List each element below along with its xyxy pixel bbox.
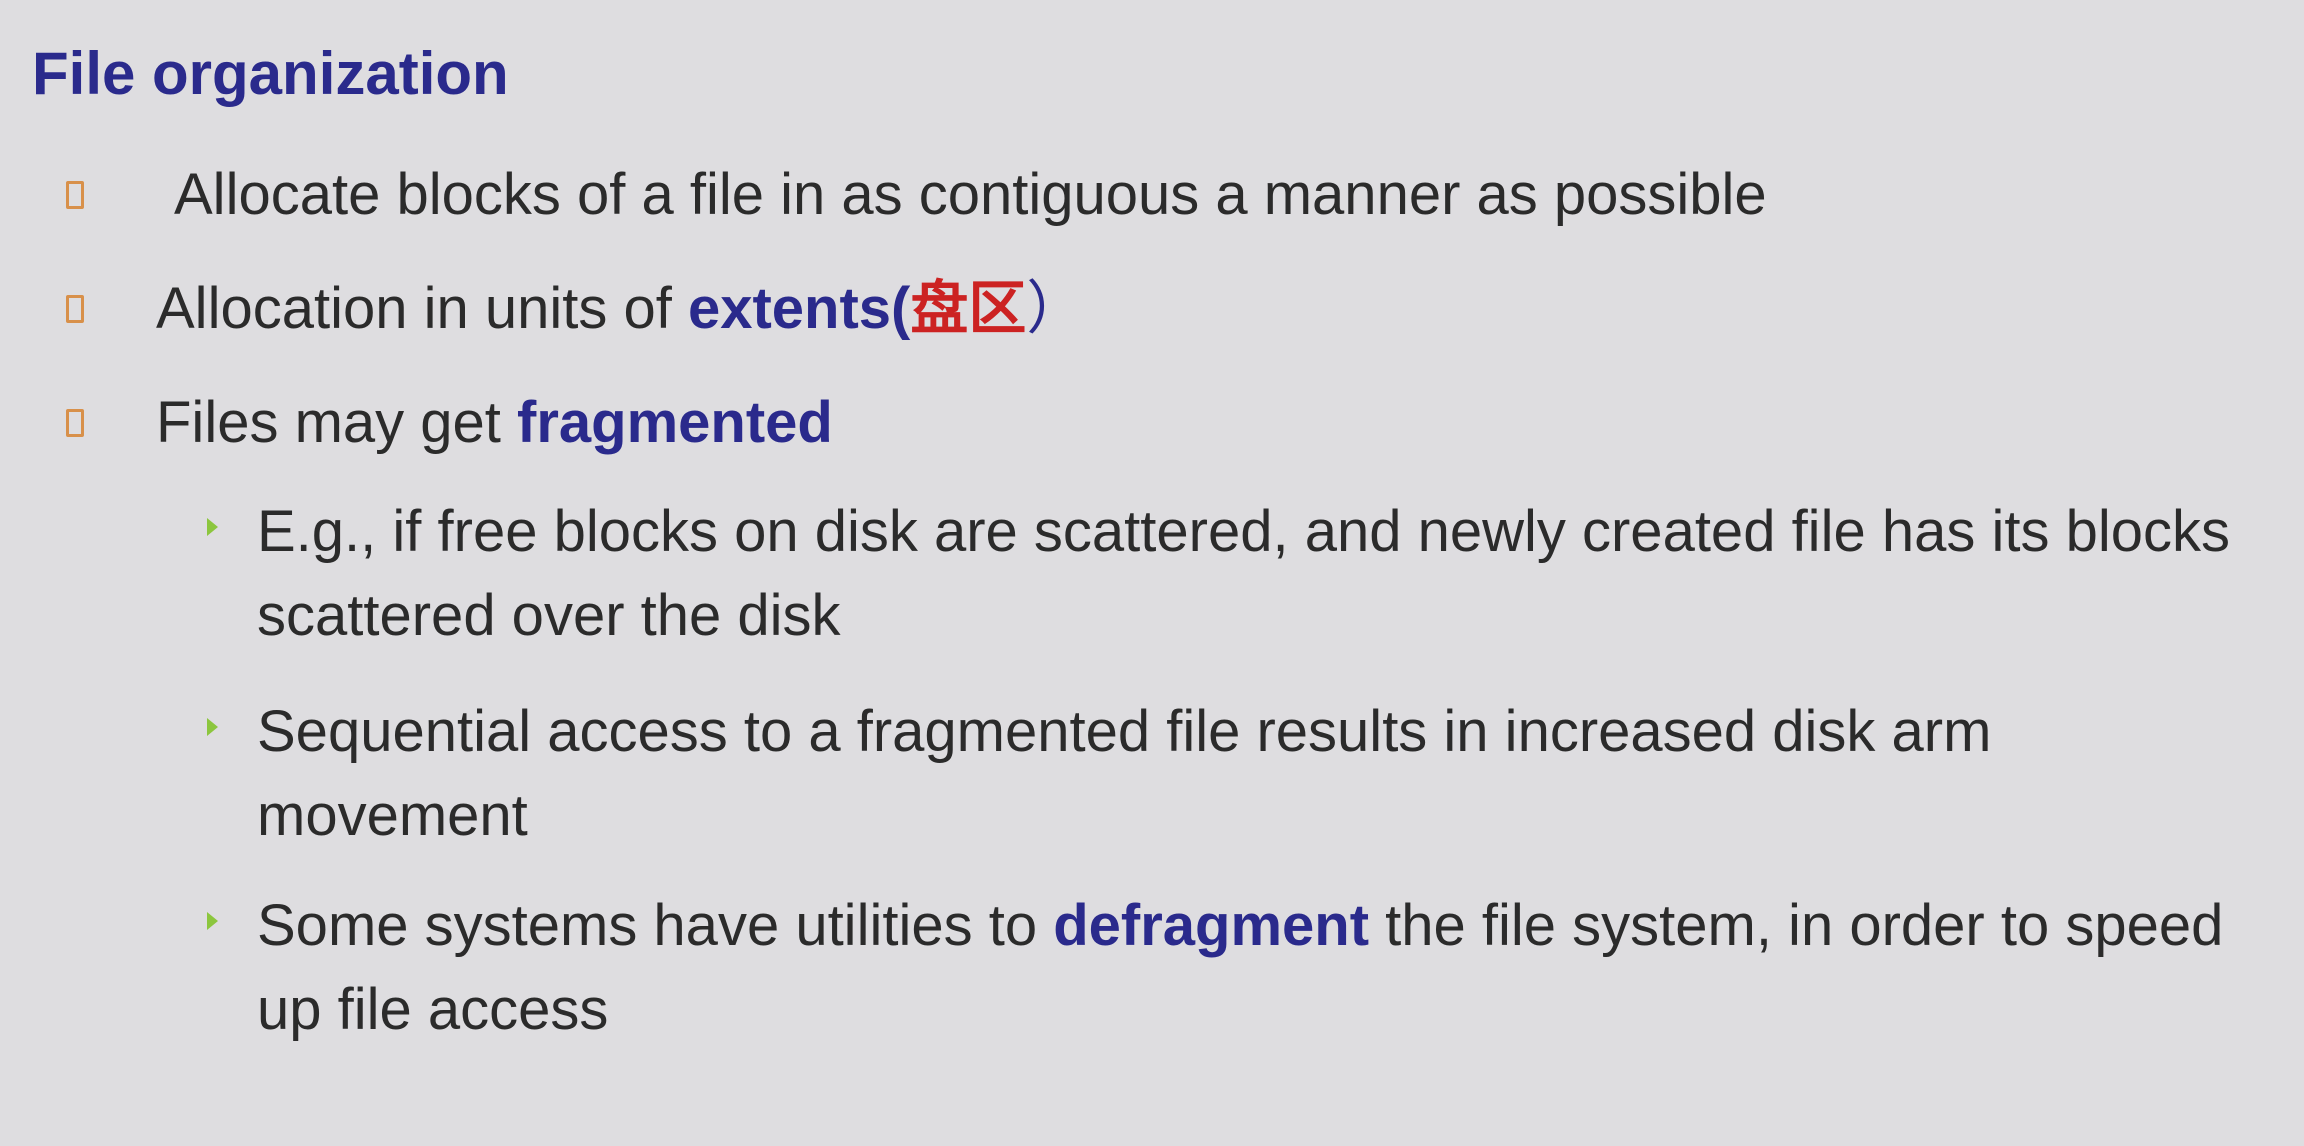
subbullet-item: E.g., if free blocks on disk are scatter… <box>207 490 2247 658</box>
cjk-term: 盘区 <box>910 276 1027 341</box>
hollow-square-bullet-icon <box>66 295 84 323</box>
triangle-bullet-icon <box>207 718 218 736</box>
subbullet-text-prefix: Some systems have utilities to <box>257 893 1054 958</box>
bullet-item: Allocate blocks of a file in as contiguo… <box>66 166 1767 224</box>
triangle-bullet-icon <box>207 912 218 930</box>
bullet-text-prefix: Allocation in units of <box>156 276 688 341</box>
bullet-text: Files may get fragmented <box>156 394 833 452</box>
bullet-text: Allocation in units of extents(盘区） <box>156 280 1084 338</box>
subbullet-text: E.g., if free blocks on disk are scatter… <box>257 499 2230 648</box>
subbullet-item: Sequential access to a fragmented file r… <box>207 690 2247 858</box>
bullet-item: Files may get fragmented <box>66 394 833 452</box>
hollow-square-bullet-icon <box>66 409 84 437</box>
subbullet-text: Some systems have utilities to defragmen… <box>257 884 2247 1052</box>
bullet-text-prefix: Files may get <box>156 390 517 455</box>
slide-title: File organization <box>32 40 509 107</box>
closing-paren: ） <box>1026 276 1085 341</box>
bullet-item: Allocation in units of extents(盘区） <box>66 280 1084 338</box>
slide: File organization Allocate blocks of a f… <box>0 0 2304 1146</box>
bullet-text: Allocate blocks of a file in as contiguo… <box>174 162 1767 227</box>
emphasis-extents: extents( <box>687 276 911 341</box>
hollow-square-bullet-icon <box>66 181 84 209</box>
subbullet-item: Some systems have utilities to defragmen… <box>207 884 2247 1052</box>
subbullet-text: Sequential access to a fragmented file r… <box>257 699 1992 848</box>
triangle-bullet-icon <box>207 518 218 536</box>
emphasis-defragment: defragment <box>1053 893 1370 958</box>
emphasis-fragmented: fragmented <box>517 390 833 455</box>
